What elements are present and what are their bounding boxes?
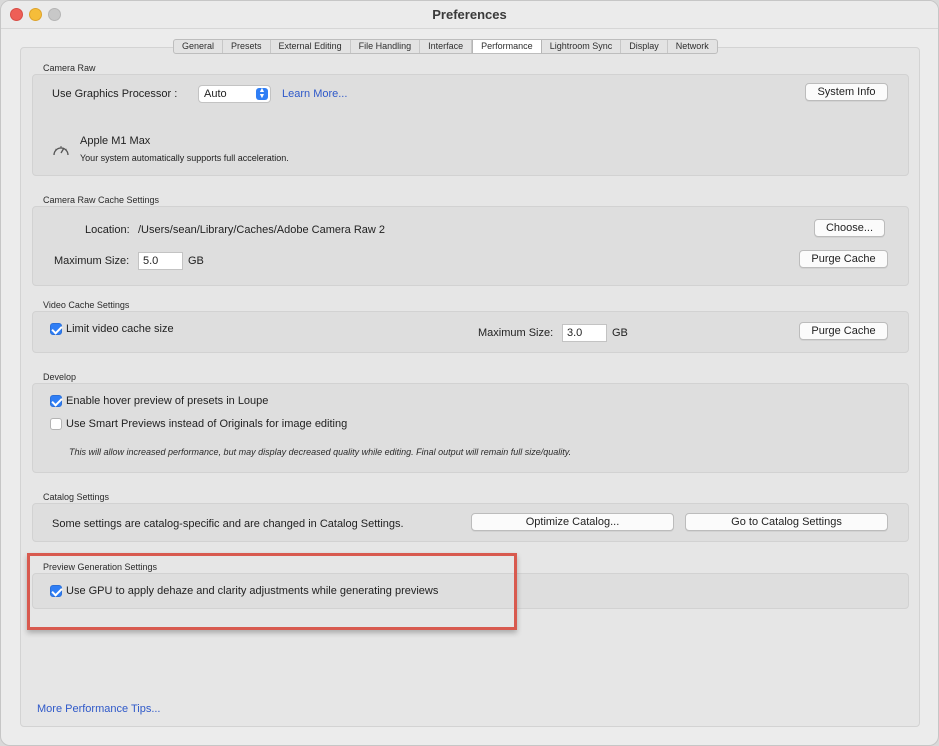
tab-external-editing[interactable]: External Editing xyxy=(271,40,351,53)
go-to-catalog-settings-button[interactable]: Go to Catalog Settings xyxy=(685,513,888,531)
gpu-select[interactable]: Auto ▲ ▼ xyxy=(198,85,271,103)
select-arrows-icon: ▲ ▼ xyxy=(256,87,268,100)
title-bar: Preferences xyxy=(1,1,938,29)
limit-video-cache-label: Limit video cache size xyxy=(66,323,174,335)
tab-general[interactable]: General xyxy=(174,40,224,53)
preferences-tab-bar: General Presets External Editing File Ha… xyxy=(173,39,718,54)
hover-preview-checkbox[interactable] xyxy=(50,395,62,407)
develop-section-label: Develop xyxy=(43,372,77,382)
smart-previews-label: Use Smart Previews instead of Originals … xyxy=(66,418,348,430)
video-cache-unit: GB xyxy=(612,327,628,339)
cache-max-size-label: Maximum Size: xyxy=(54,255,130,267)
learn-more-link[interactable]: Learn More... xyxy=(282,88,347,100)
video-max-size-label: Maximum Size: xyxy=(478,327,554,339)
purge-cache-button[interactable]: Purge Cache xyxy=(799,250,888,268)
gpu-select-value: Auto xyxy=(204,88,227,100)
tab-network[interactable]: Network xyxy=(668,40,717,53)
camera-raw-section-label: Camera Raw xyxy=(43,63,96,73)
smart-previews-note: This will allow increased performance, b… xyxy=(69,447,572,457)
catalog-section-label: Catalog Settings xyxy=(43,492,110,502)
tab-lightroom-sync[interactable]: Lightroom Sync xyxy=(542,40,622,53)
gpu-name: Apple M1 Max xyxy=(80,135,151,147)
purge-video-cache-button[interactable]: Purge Cache xyxy=(799,322,888,340)
tab-file-handling[interactable]: File Handling xyxy=(351,40,421,53)
gpu-label: Use Graphics Processor : xyxy=(52,88,178,100)
catalog-description: Some settings are catalog-specific and a… xyxy=(52,518,404,530)
tab-display[interactable]: Display xyxy=(621,40,668,53)
video-max-size-input[interactable]: 3.0 xyxy=(562,324,607,342)
gauge-icon xyxy=(53,146,69,156)
limit-video-cache-checkbox[interactable] xyxy=(50,323,62,335)
choose-button[interactable]: Choose... xyxy=(814,219,885,237)
preferences-window: Preferences General Presets External Edi… xyxy=(0,0,939,746)
cache-max-size-input[interactable]: 5.0 xyxy=(138,252,183,270)
hover-preview-label: Enable hover preview of presets in Loupe xyxy=(66,395,269,407)
gpu-status: Your system automatically supports full … xyxy=(80,153,289,163)
cache-group xyxy=(32,206,909,286)
tab-interface[interactable]: Interface xyxy=(420,40,473,53)
cache-unit: GB xyxy=(188,255,204,267)
location-value: /Users/sean/Library/Caches/Adobe Camera … xyxy=(138,224,386,236)
tab-performance[interactable]: Performance xyxy=(472,40,542,53)
cache-section-label: Camera Raw Cache Settings xyxy=(43,195,160,205)
system-info-button[interactable]: System Info xyxy=(805,83,888,101)
more-performance-tips-link[interactable]: More Performance Tips... xyxy=(37,703,161,715)
smart-previews-checkbox[interactable] xyxy=(50,418,62,430)
window-title: Preferences xyxy=(432,7,507,22)
location-label: Location: xyxy=(85,224,130,236)
optimize-catalog-button[interactable]: Optimize Catalog... xyxy=(471,513,674,531)
video-cache-section-label: Video Cache Settings xyxy=(43,300,130,310)
tab-presets[interactable]: Presets xyxy=(223,40,271,53)
highlight-box xyxy=(27,553,517,630)
